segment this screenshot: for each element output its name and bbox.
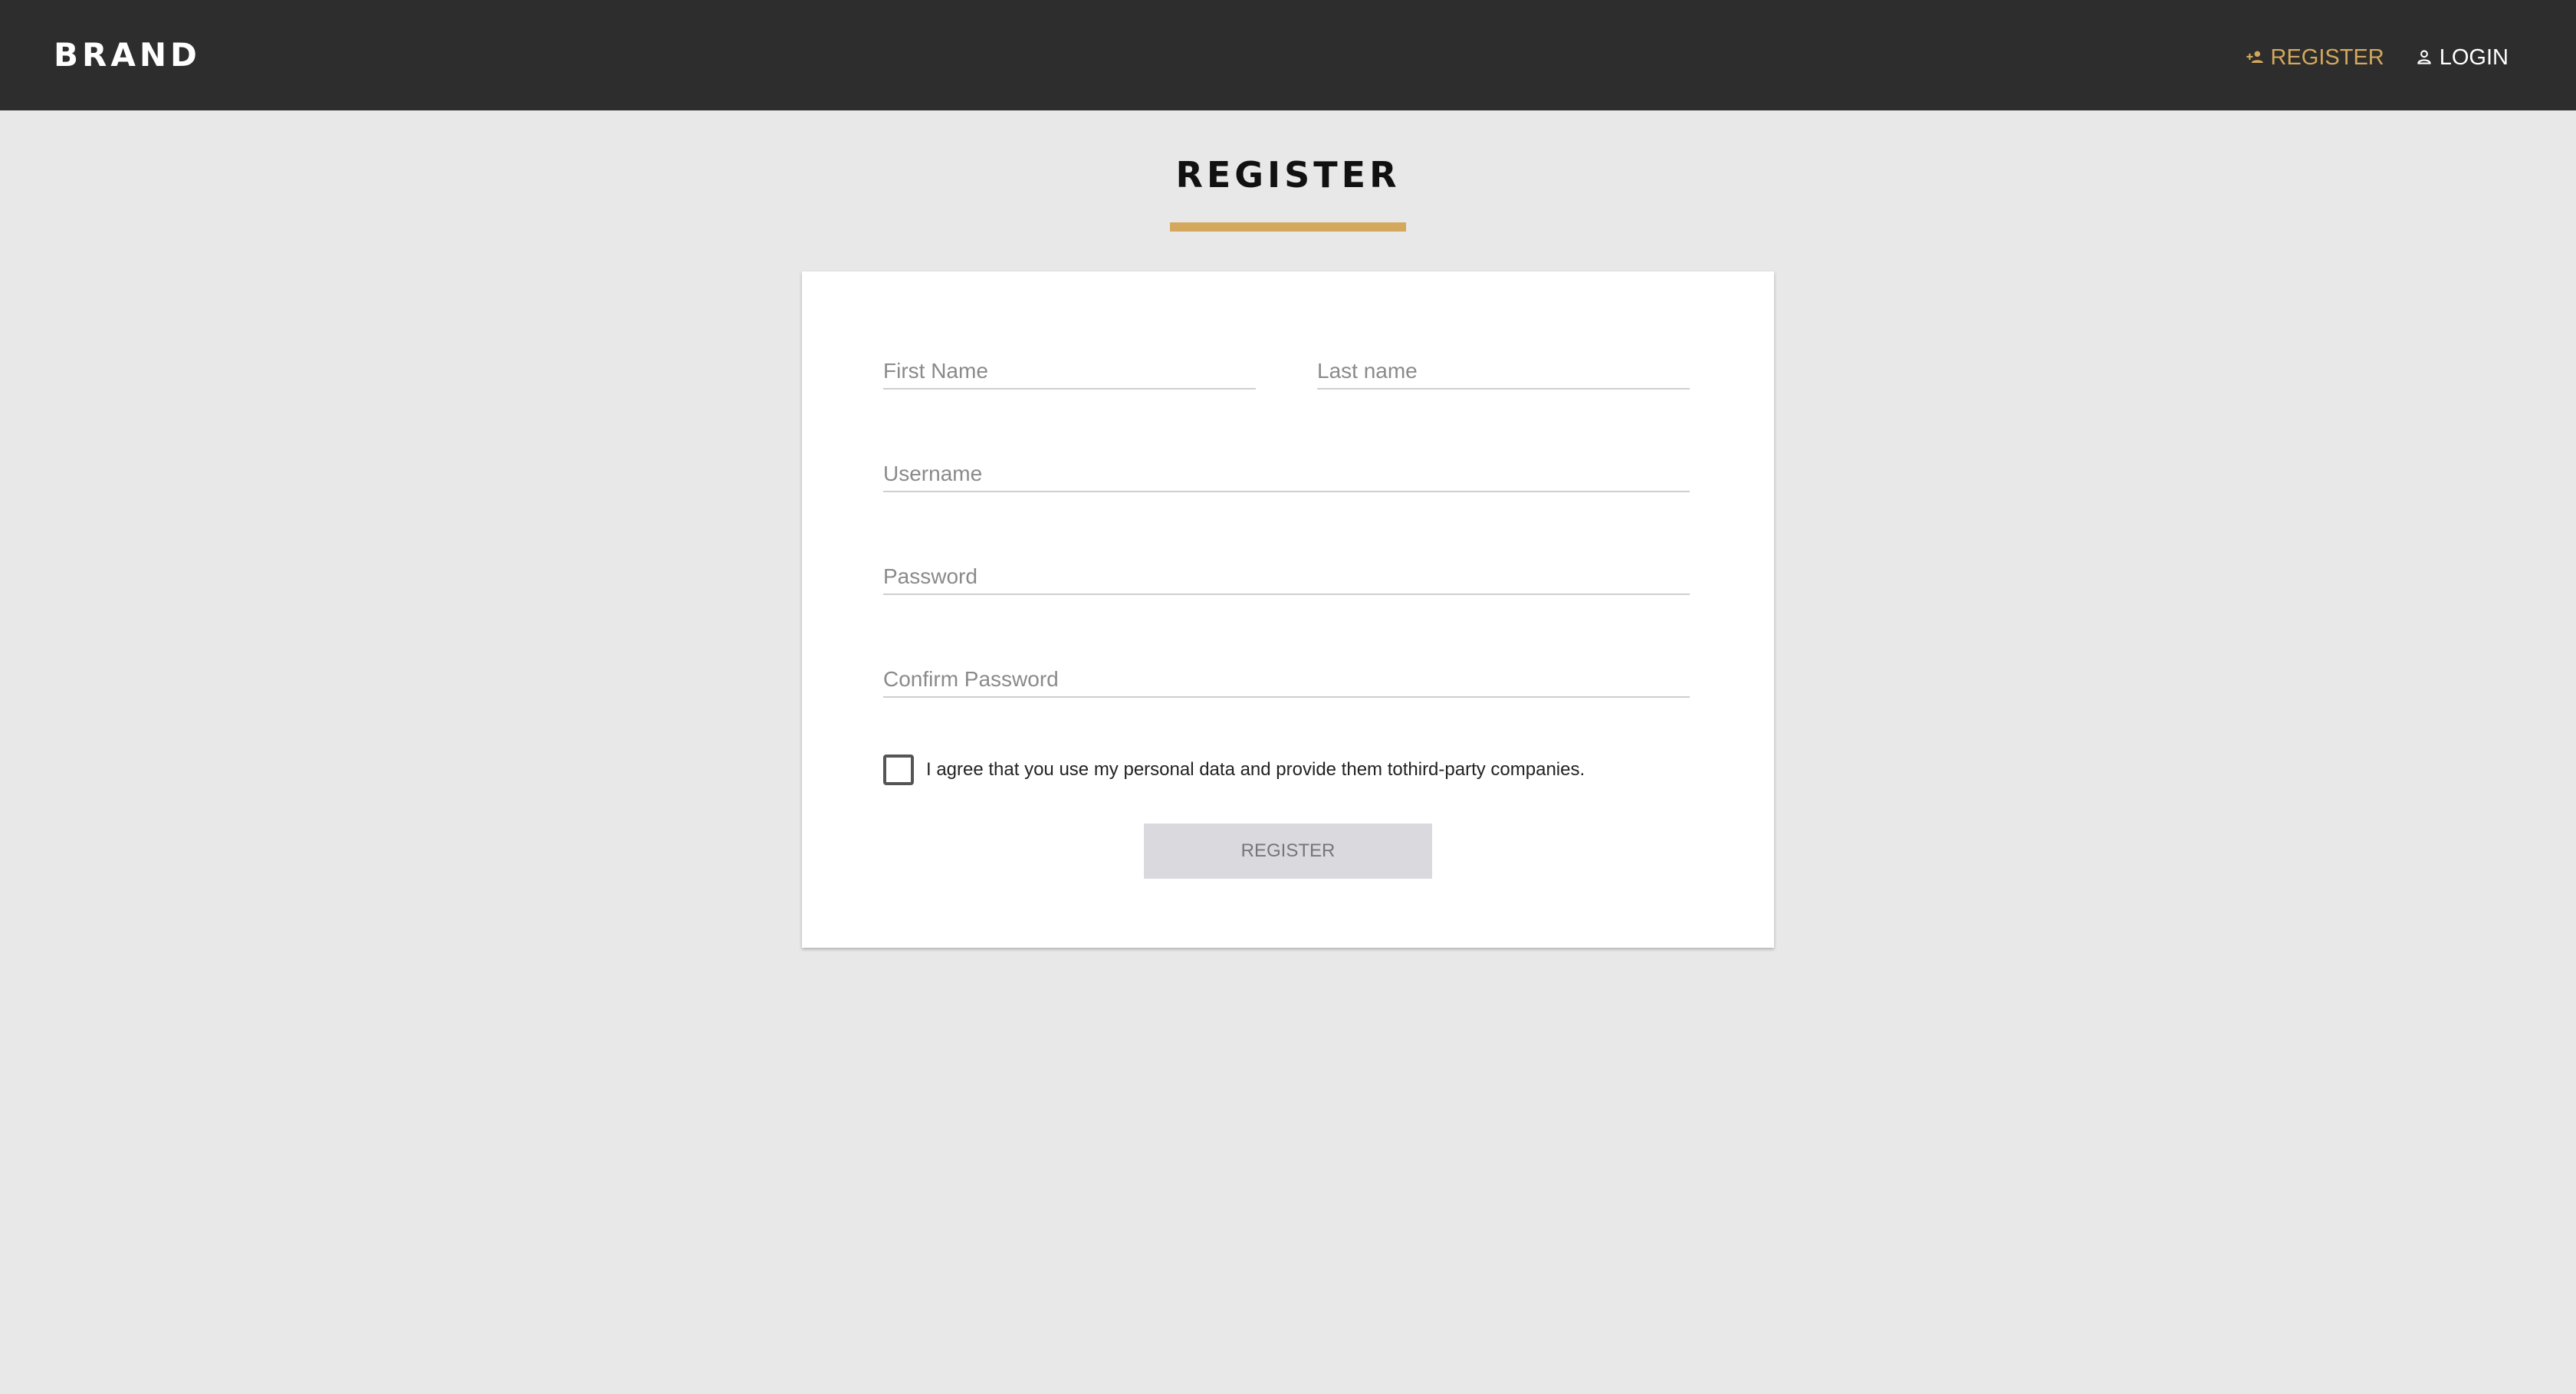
first-name-input[interactable] <box>883 344 1256 388</box>
agree-row: I agree that you use my personal data an… <box>883 753 1585 787</box>
password-input[interactable] <box>883 549 1690 593</box>
username-field <box>883 446 1690 492</box>
top-navbar: BRAND REGISTER LOGIN <box>0 0 2576 110</box>
username-input[interactable] <box>883 446 1690 491</box>
title-underline <box>1170 222 1406 232</box>
nav-register-label: REGISTER <box>2270 45 2384 70</box>
first-name-field <box>883 344 1256 390</box>
agree-checkbox[interactable] <box>883 755 914 785</box>
confirm-password-field <box>883 652 1690 698</box>
agree-label: I agree that you use my personal data an… <box>926 759 1585 780</box>
last-name-input[interactable] <box>1317 344 1690 388</box>
brand-logo[interactable]: BRAND <box>54 35 201 75</box>
user-icon <box>2417 50 2431 64</box>
nav-links: REGISTER LOGIN <box>2245 38 2509 77</box>
register-button[interactable]: REGISTER <box>1144 824 1432 879</box>
page-title: REGISTER <box>1175 154 1401 196</box>
add-user-icon <box>2246 51 2263 63</box>
password-field <box>883 549 1690 595</box>
register-form-card: I agree that you use my personal data an… <box>802 271 1774 948</box>
nav-login-link[interactable]: LOGIN <box>2413 38 2509 77</box>
confirm-password-input[interactable] <box>883 652 1690 696</box>
nav-register-link[interactable]: REGISTER <box>2245 38 2384 77</box>
nav-login-label: LOGIN <box>2439 45 2509 70</box>
last-name-field <box>1317 344 1690 390</box>
